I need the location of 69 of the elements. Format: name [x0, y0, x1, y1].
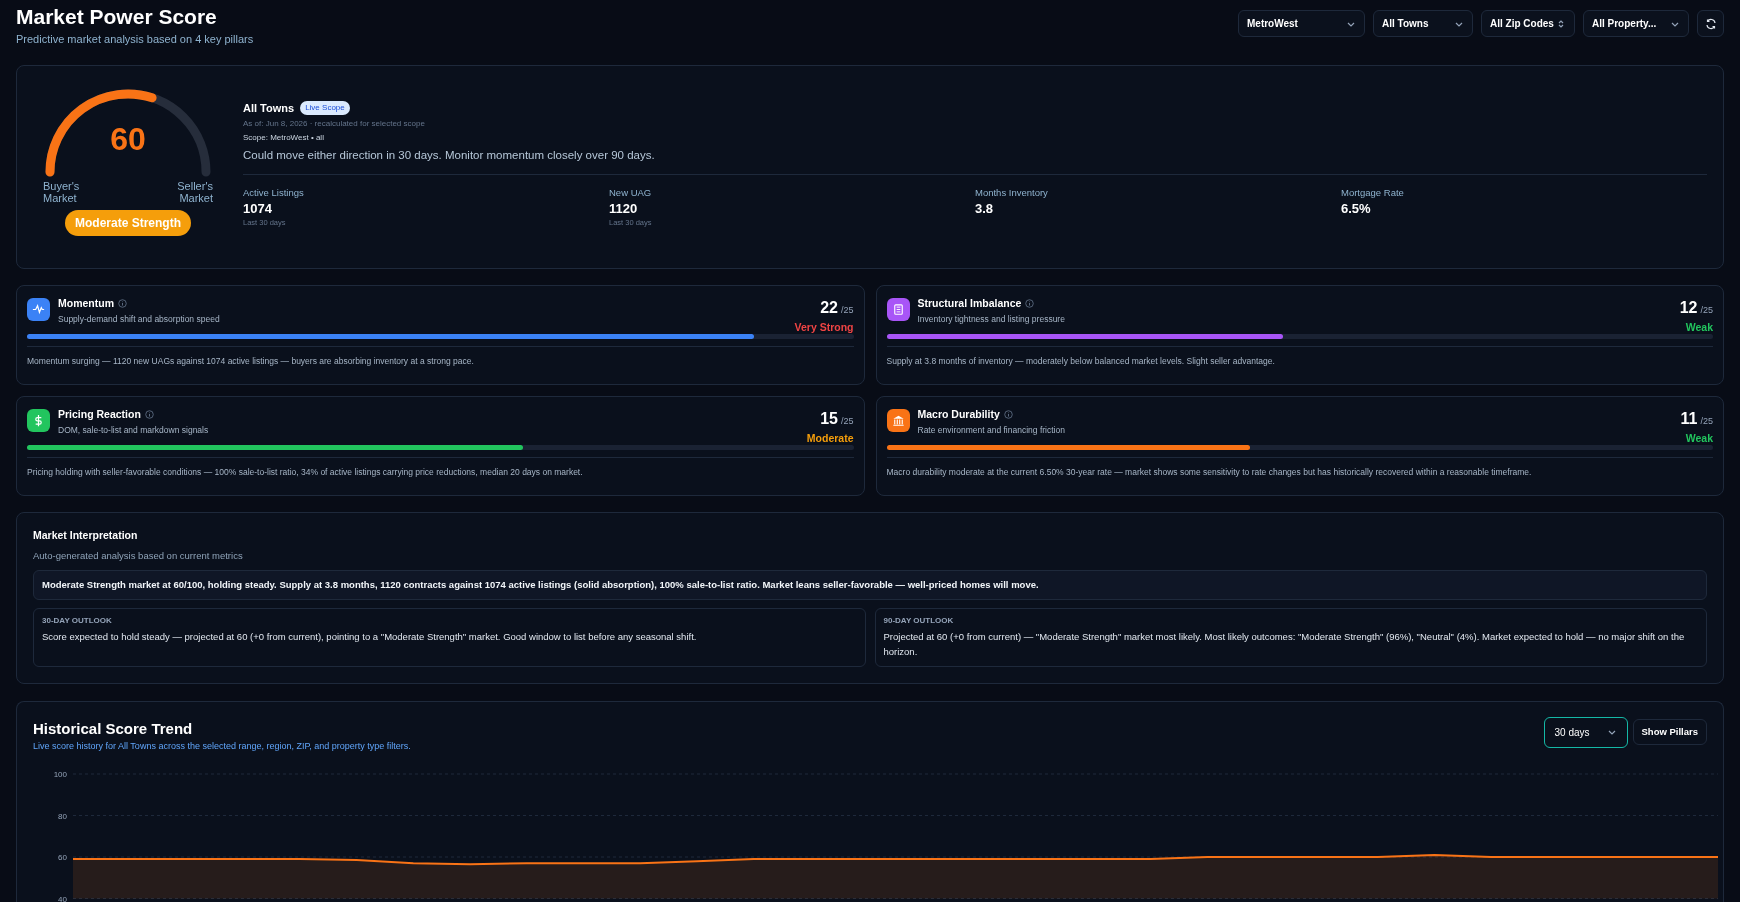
pillar-rating: Weak [1685, 430, 1713, 446]
stat-label: New UAG [609, 186, 653, 201]
pillar-note: Momentum surging — 1120 new UAGs against 1074 active listings — buyers are absorbing inventory at a strong pace. [27, 346, 854, 368]
axis-tick-label: 80 [58, 811, 67, 821]
page-subtitle: Predictive market analysis based on 4 key pillars [16, 32, 254, 47]
outlook-text: Score expected to hold steady — projected at 60 (+0 from current), pointing to a "Moderate Strength" market. Good window to list before any seasonal shift. [42, 629, 698, 644]
pillar-max: /25 [841, 303, 854, 317]
stat-value: 3.8 [975, 200, 995, 217]
page-title: Market Power Score [16, 4, 218, 30]
pillar-note: Macro durability moderate at the current 6.50% 30-year rate — market shows some sensitivity to rate changes but has historically recovered within a reasonable timeframe. [886, 457, 1713, 479]
pillar-rating: Very Strong [794, 319, 854, 335]
section-subtitle: Auto-generated analysis based on current metrics [33, 549, 244, 564]
axis-tick-label: 60 [58, 852, 67, 862]
pillar-title: Momentum [58, 295, 114, 311]
outlook-label: 90-DAY OUTLOOK [883, 614, 955, 627]
pillar-description: Rate environment and financing friction [917, 424, 1065, 437]
section-title: Historical Score Trend [33, 718, 194, 739]
pillar-title: Pricing Reaction [58, 406, 141, 422]
pillar-note: Supply at 3.8 months of inventory — moderately below balanced market levels. Slight seller advantage. [886, 346, 1713, 368]
live-scope-badge: Live Scope [300, 100, 350, 115]
pillar-note: Pricing holding with seller-favorable conditions — 100% sale-to-list ratio, 34% of active listings carrying price reductions, median 20 days on market. [27, 457, 854, 479]
pillar-description: Inventory tightness and listing pressure [917, 313, 1065, 326]
pillar-max: /25 [841, 414, 854, 428]
pillar-description: DOM, sale-to-list and markdown signals [58, 424, 209, 437]
pillar-description: Supply-demand shift and absorption speed [58, 313, 220, 326]
filter-dropdown[interactable]: All Towns [1373, 10, 1473, 37]
filter-dropdown[interactable]: MetroWest [1238, 10, 1365, 37]
pillar-score: 11 [1680, 408, 1698, 429]
range-dropdown[interactable]: 30 days [1543, 716, 1628, 748]
pillar-max: /25 [1700, 303, 1713, 317]
score-value: 60 [109, 120, 147, 157]
show-pillars-button[interactable]: Show Pillars [1632, 719, 1707, 746]
pillar-score: 12 [1679, 297, 1698, 318]
section-subtitle: Live score history for All Towns across the selected range, region, ZIP, and property type filters. [33, 740, 411, 754]
summary-panel: Moderate Strength market at 60/100, holding steady. Supply at 3.8 months, 1120 contracts against 1074 active listings (solid absorption), 100% sale-to-list ratio. Market leans seller-favorable — well-priced homes will move. [33, 569, 1707, 600]
filter-dropdown[interactable]: All Property... [1583, 10, 1689, 37]
stat-value: 1120 [609, 200, 639, 217]
scope-text: Scope: MetroWest • all [243, 132, 325, 144]
pillar-title: Structural Imbalance [917, 295, 1022, 311]
filter-dropdown[interactable]: All Zip Codes [1481, 10, 1575, 37]
stat-label: Active Listings [243, 186, 305, 201]
gauge-label: Seller's Market [176, 179, 213, 204]
scope-title: All Towns [243, 100, 295, 116]
gauge-label: Buyer's Market [43, 179, 81, 204]
pillar-title: Macro Durability [917, 406, 1000, 422]
section-title: Market Interpretation [33, 527, 139, 543]
outlook-text: Projected at 60 (+0 from current) — "Moderate Strength" market most likely. Most likely outcomes: "Moderate Strength" (96%), "Neutral" (4%). Market expected to hold — no major shift on the horizon. [883, 629, 1686, 659]
info-icon [118, 298, 127, 308]
axis-tick-label: 100 [53, 769, 67, 779]
outlook-label: 30-DAY OUTLOOK [42, 614, 113, 627]
info-icon [1003, 409, 1013, 419]
stat-label: Months Inventory [975, 186, 1049, 201]
info-icon [144, 409, 154, 419]
pillar-rating: Weak [1685, 319, 1713, 335]
pillar-score: 15 [820, 408, 838, 429]
strength-badge: Moderate Strength [65, 209, 191, 236]
stat-value: 1074 [243, 200, 273, 217]
pillar-score: 22 [820, 297, 838, 318]
refresh-icon [1704, 17, 1717, 30]
stat-value: 6.5% [1341, 200, 1372, 217]
as-of-text: As of: Jun 8, 2026 · recalculated for selected scope [243, 118, 426, 130]
refresh-button[interactable] [1697, 10, 1724, 37]
sort-icon [1556, 18, 1566, 29]
axis-tick-label: 40 [58, 894, 67, 902]
pillar-max: /25 [1700, 414, 1713, 428]
summary-text: Could move either direction in 30 days. Monitor momentum closely over 90 days. [243, 148, 656, 163]
pillar-rating: Moderate [806, 430, 854, 446]
info-icon [1025, 298, 1035, 308]
stat-label: Mortgage Rate [1341, 186, 1405, 201]
